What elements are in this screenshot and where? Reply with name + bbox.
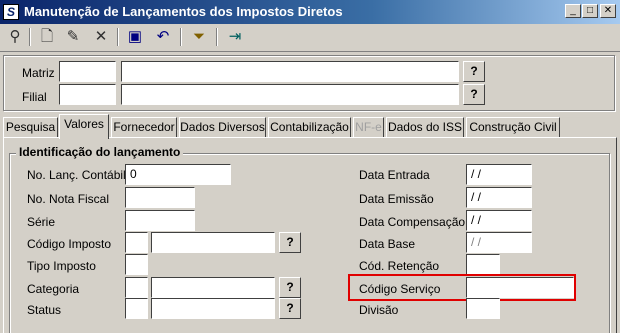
highlight-box [348,274,576,301]
categoria-label: Categoria [27,282,80,296]
save-icon[interactable]: ▣ [124,26,146,48]
lanc-contabil-label: No. Lanç. Contábil [27,168,126,182]
codigo-imposto-lookup-button[interactable]: ? [279,232,301,253]
edit-document-icon[interactable]: ✎ [62,26,84,48]
data-entrada-label: Data Entrada [359,168,430,182]
tab-valores[interactable]: Valores [59,114,109,139]
status-name-field[interactable] [151,298,275,319]
tab-fornecedor[interactable]: Fornecedor [111,117,177,137]
maximize-icon[interactable]: □ [582,4,598,18]
matriz-lookup-button[interactable]: ? [463,61,485,82]
data-emissao-field[interactable]: / / [466,187,532,208]
codigo-imposto-code-field[interactable] [125,232,148,253]
data-base-label: Data Base [359,237,416,251]
new-document-icon[interactable]: 🗋 [36,26,58,48]
tab-construcao-civil[interactable]: Construção Civil [466,117,560,137]
tab-dados-diversos[interactable]: Dados Diversos [179,117,266,137]
categoria-lookup-button[interactable]: ? [279,277,301,298]
window-title: Manutenção de Lançamentos dos Impostos D… [24,4,343,19]
data-entrada-field[interactable]: / / [466,164,532,185]
section-title: Identificação do lançamento [16,145,184,159]
nota-fiscal-label: No. Nota Fiscal [27,192,110,206]
divisao-field[interactable] [466,298,500,319]
close-window-icon[interactable]: ✕ [600,4,616,18]
categoria-name-field[interactable] [151,277,275,298]
data-compensacao-field[interactable]: / / [466,210,532,231]
filial-lookup-button[interactable]: ? [463,84,485,105]
toolbar-separator [117,28,119,46]
matriz-label: Matriz [22,66,55,80]
status-label: Status [27,303,62,317]
codigo-imposto-name-field[interactable] [151,232,275,253]
delete-icon[interactable]: ✕ [90,26,112,48]
exit-icon[interactable]: ⇥ [224,26,246,48]
toolbar-separator [180,28,182,46]
tab-dados-iss[interactable]: Dados do ISS [386,117,464,137]
serie-label: Série [27,215,56,229]
serie-field[interactable] [125,210,195,231]
toolbar-separator [29,28,31,46]
data-base-field[interactable]: / / [466,232,532,253]
cod-retencao-label: Cód. Retenção [359,259,440,273]
nota-fiscal-field[interactable] [125,187,195,208]
divisao-label: Divisão [359,303,399,317]
app-icon: S [3,4,19,20]
data-compensacao-label: Data Compensação [359,215,466,229]
tab-nfe[interactable]: NF-e [353,117,384,137]
undo-icon[interactable]: ↶ [152,26,174,48]
filter-icon[interactable]: ⏷ [188,26,210,48]
tipo-imposto-field[interactable] [125,254,148,275]
data-emissao-label: Data Emissão [359,192,434,206]
filial-label: Filial [22,90,47,104]
cod-retencao-field[interactable] [466,254,500,275]
filial-code-field[interactable] [59,84,116,105]
matriz-code-field[interactable] [59,61,116,82]
tipo-imposto-label: Tipo Imposto [27,259,96,273]
categoria-code-field[interactable] [125,277,148,298]
tab-pesquisa[interactable]: Pesquisa [3,117,58,137]
matriz-name-field[interactable] [121,61,459,82]
codigo-imposto-label: Código Imposto [27,237,112,251]
status-code-field[interactable] [125,298,148,319]
filial-name-field[interactable] [121,84,459,105]
tab-contabilizacao[interactable]: Contabilização [268,117,351,137]
status-lookup-button[interactable]: ? [279,298,301,319]
binoculars-icon[interactable]: ⚲ [4,26,26,48]
lanc-contabil-field[interactable]: 0 [125,164,231,185]
minimize-icon[interactable]: _ [565,4,581,18]
toolbar-separator [216,28,218,46]
